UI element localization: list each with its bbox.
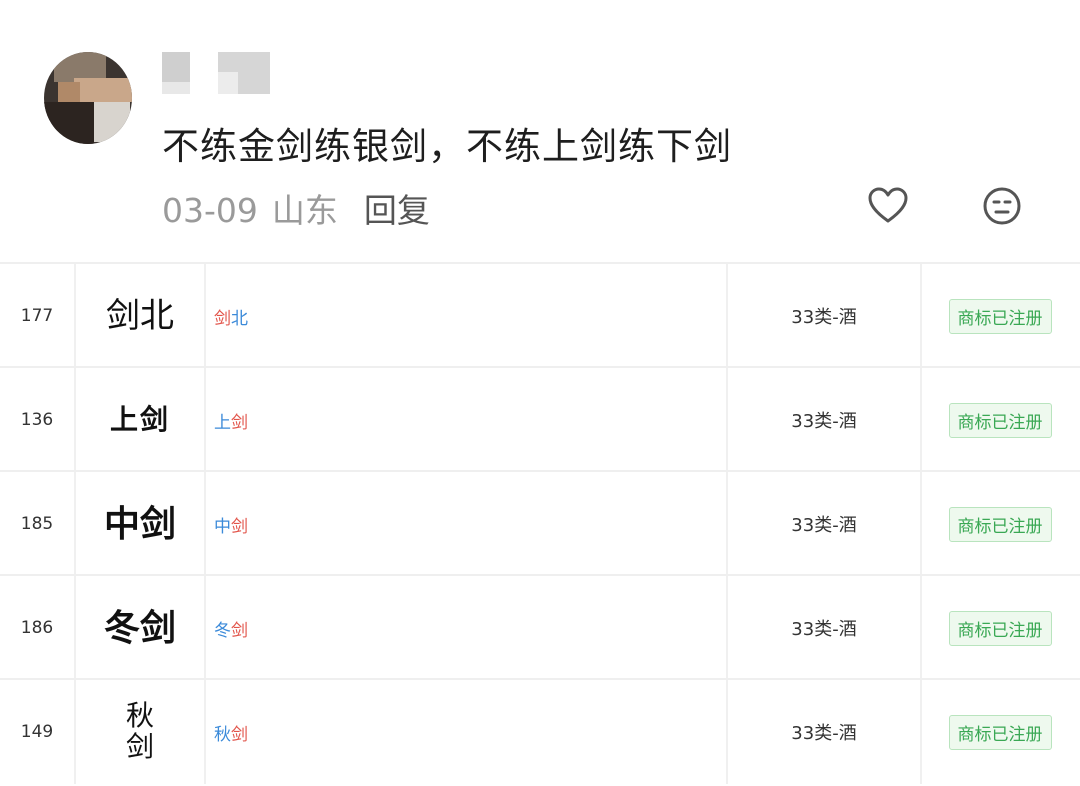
trademark-logo-text: 上剑 <box>109 403 170 436</box>
comment-location: 山东 <box>271 191 338 230</box>
name-part: 秋 <box>214 724 231 745</box>
status-cell: 商标已注册 <box>920 680 1080 784</box>
trademark-name[interactable]: 冬剑 <box>204 576 726 680</box>
comment-date: 03-09 <box>162 191 258 230</box>
status-cell: 商标已注册 <box>920 368 1080 472</box>
row-number: 177 <box>20 306 54 326</box>
trademark-class: 33类-酒 <box>726 368 922 472</box>
name-part: 中 <box>214 516 231 537</box>
trademark-table: 177 剑北 剑北 33类-酒 商标已注册 136 上剑 上剑 33类-酒 商标… <box>0 262 1080 786</box>
status-badge: 商标已注册 <box>948 610 1052 646</box>
user-avatar[interactable] <box>44 52 132 144</box>
name-part: 北 <box>231 308 248 329</box>
status-badge: 商标已注册 <box>948 298 1052 334</box>
trademark-name[interactable]: 中剑 <box>204 472 726 576</box>
table-row[interactable]: 185 中剑 中剑 33类-酒 商标已注册 <box>0 470 1080 576</box>
trademark-class: 33类-酒 <box>726 264 922 368</box>
name-part: 上 <box>214 412 231 433</box>
comment-meta: 03-09 山东 回复 <box>162 184 430 232</box>
name-part: 冬 <box>214 620 231 641</box>
comment-card: 不练金剑练银剑，不练上剑练下剑 03-09 山东 回复 <box>0 0 1080 262</box>
trademark-name[interactable]: 秋剑 <box>204 680 726 784</box>
table-row[interactable]: 136 上剑 上剑 33类-酒 商标已注册 <box>0 366 1080 472</box>
name-part: 剑 <box>231 516 248 537</box>
comment-text: 不练金剑练银剑，不练上剑练下剑 <box>162 125 732 168</box>
trademark-logo: 冬剑 <box>74 576 206 680</box>
name-part: 剑 <box>214 308 231 329</box>
table-row[interactable]: 186 冬剑 冬剑 33类-酒 商标已注册 <box>0 574 1080 680</box>
face-emoji-icon[interactable] <box>980 184 1024 228</box>
status-badge: 商标已注册 <box>948 402 1052 438</box>
row-number: 136 <box>20 410 54 430</box>
trademark-logo: 秋剑 <box>74 680 206 784</box>
status-cell: 商标已注册 <box>920 264 1080 368</box>
name-part: 剑 <box>231 620 248 641</box>
row-number: 185 <box>20 514 54 534</box>
row-number: 186 <box>20 618 54 638</box>
row-number: 149 <box>20 722 54 742</box>
status-cell: 商标已注册 <box>920 576 1080 680</box>
trademark-logo-text: 冬剑 <box>103 607 176 649</box>
table-row[interactable]: 149 秋剑 秋剑 33类-酒 商标已注册 <box>0 678 1080 786</box>
trademark-logo: 中剑 <box>74 472 206 576</box>
trademark-name[interactable]: 剑北 <box>204 264 726 368</box>
status-badge: 商标已注册 <box>948 506 1052 542</box>
heart-outline-icon[interactable] <box>866 184 910 228</box>
trademark-logo: 剑北 <box>74 264 206 368</box>
trademark-class: 33类-酒 <box>726 680 922 784</box>
trademark-logo-text: 中剑 <box>103 503 176 545</box>
trademark-logo-text: 秋剑 <box>126 699 155 763</box>
table-row[interactable]: 177 剑北 剑北 33类-酒 商标已注册 <box>0 262 1080 368</box>
trademark-name[interactable]: 上剑 <box>204 368 726 472</box>
name-part: 剑 <box>231 724 248 745</box>
username-obscured[interactable] <box>162 52 272 94</box>
trademark-class: 33类-酒 <box>726 576 922 680</box>
status-badge: 商标已注册 <box>948 714 1052 750</box>
trademark-logo: 上剑 <box>74 368 206 472</box>
trademark-logo-text: 剑北 <box>106 296 174 336</box>
trademark-class: 33类-酒 <box>726 472 922 576</box>
reply-button[interactable]: 回复 <box>364 191 430 230</box>
name-part: 剑 <box>231 412 248 433</box>
status-cell: 商标已注册 <box>920 472 1080 576</box>
